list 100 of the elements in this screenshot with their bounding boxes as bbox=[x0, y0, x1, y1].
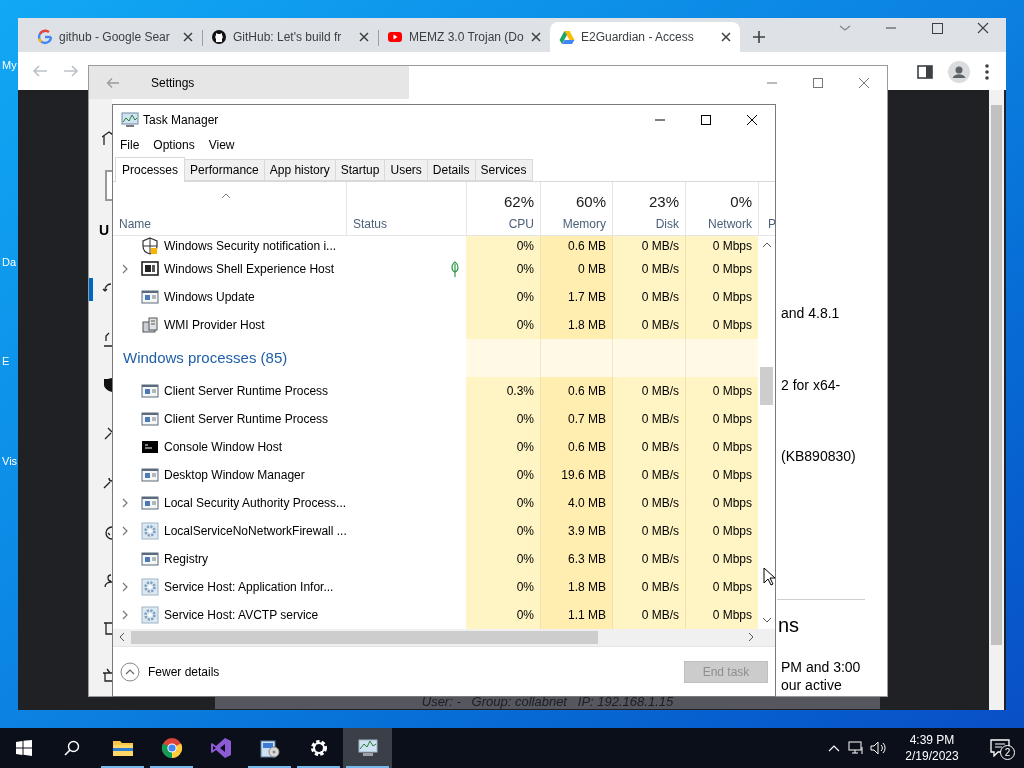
tab[interactable]: Performance bbox=[185, 159, 265, 181]
column-label: Name bbox=[119, 218, 151, 230]
tab[interactable]: Services bbox=[475, 159, 533, 181]
process-name: LocalServiceNoNetworkFirewall ... bbox=[164, 523, 346, 540]
column-header[interactable]: 60% Memory bbox=[540, 182, 612, 235]
scroll-right-icon[interactable] bbox=[748, 632, 754, 642]
taskbar-app-button[interactable] bbox=[343, 728, 392, 768]
table-cell: 0.7 MB bbox=[540, 405, 612, 433]
window-icon bbox=[141, 466, 159, 484]
column-percent: 0% bbox=[730, 194, 752, 209]
window-title: Task Manager bbox=[143, 111, 219, 129]
message-icon[interactable] bbox=[990, 739, 1010, 757]
scroll-up-icon[interactable] bbox=[762, 242, 772, 248]
page-scrollbar[interactable] bbox=[989, 90, 1004, 710]
server-icon bbox=[141, 316, 159, 334]
table-cell: 0 MB/s bbox=[612, 377, 685, 405]
close-icon[interactable] bbox=[531, 32, 541, 42]
close-icon[interactable] bbox=[721, 32, 731, 42]
tab[interactable]: Startup bbox=[335, 159, 386, 181]
caret-up-icon[interactable] bbox=[828, 744, 840, 752]
scroll-left-icon[interactable] bbox=[119, 632, 125, 642]
table-cell: 0% bbox=[466, 236, 540, 255]
network-icon[interactable] bbox=[848, 741, 864, 755]
column-header[interactable]: P bbox=[758, 182, 775, 235]
column-header[interactable]: 23% Disk bbox=[612, 182, 685, 235]
sort-caret-icon bbox=[221, 193, 231, 199]
table-cell: 0 MB/s bbox=[612, 433, 685, 461]
horizontal-scrollbar[interactable] bbox=[113, 629, 775, 646]
table-cell: 0.6 MB bbox=[540, 377, 612, 405]
column-percent: 60% bbox=[575, 194, 606, 209]
scrollbar-thumb[interactable] bbox=[131, 631, 598, 644]
side-panel-icon[interactable] bbox=[916, 63, 934, 81]
table-cell: 0 Mbps bbox=[685, 545, 758, 573]
scrollbar-thumb[interactable] bbox=[760, 367, 773, 405]
table-cell: 0 MB/s bbox=[612, 489, 685, 517]
table-cell: 0% bbox=[466, 283, 540, 311]
table-cell: 0 MB/s bbox=[612, 405, 685, 433]
tab[interactable]: Users bbox=[385, 159, 428, 181]
new-tab-icon[interactable] bbox=[752, 30, 766, 44]
search-icon[interactable] bbox=[64, 740, 80, 756]
monitor-chart-icon bbox=[121, 111, 139, 128]
more-menu-icon[interactable] bbox=[984, 63, 990, 81]
browser-tab[interactable]: GitHub: Let's build fr bbox=[202, 22, 378, 52]
tab[interactable]: Details bbox=[427, 159, 476, 181]
menu-item[interactable]: File bbox=[120, 136, 140, 154]
table-cell: 0 Mbps bbox=[685, 311, 758, 339]
triangle-logo-icon bbox=[559, 29, 575, 45]
collapse-up-icon[interactable] bbox=[120, 661, 140, 682]
round-logo-icon[interactable] bbox=[160, 737, 183, 759]
notification-count: 2 bbox=[1000, 745, 1015, 760]
home-icon[interactable] bbox=[102, 131, 112, 145]
update-item-text: 2 for x64- bbox=[781, 378, 841, 392]
table-cell: 1.7 MB bbox=[540, 283, 612, 311]
tab[interactable]: Processes bbox=[115, 157, 186, 182]
fewer-details-link[interactable]: Fewer details bbox=[148, 662, 220, 681]
column-label: Status bbox=[353, 218, 388, 230]
column-header[interactable]: 62% CPU bbox=[466, 182, 540, 235]
window-icon bbox=[141, 382, 159, 400]
process-name: Client Server Runtime Process bbox=[164, 411, 329, 428]
scrollbar-thumb[interactable] bbox=[991, 105, 1002, 645]
infinity-logo-icon[interactable] bbox=[209, 737, 232, 759]
column-label: Disk bbox=[655, 218, 679, 230]
table-cell: 0% bbox=[466, 461, 540, 489]
process-name: Client Server Runtime Process bbox=[164, 383, 329, 400]
menu-item[interactable]: Options bbox=[153, 136, 195, 154]
close-icon[interactable] bbox=[359, 32, 369, 42]
table-cell: 0% bbox=[466, 517, 540, 545]
browser-tab[interactable]: E2Guardian - Access bbox=[550, 22, 740, 52]
profile-avatar-icon[interactable] bbox=[948, 61, 970, 83]
clock-date: 2/19/2023 bbox=[905, 748, 959, 764]
table-cell: 0 MB/s bbox=[612, 461, 685, 489]
tab[interactable]: App history bbox=[264, 159, 336, 181]
table-cell: 0% bbox=[466, 545, 540, 573]
clock[interactable]: 4:39 PM 2/19/2023 bbox=[894, 732, 970, 764]
process-name: Registry bbox=[164, 551, 208, 568]
shield-icon[interactable] bbox=[102, 377, 112, 393]
menu-item[interactable]: View bbox=[208, 136, 235, 154]
desktop-icon-label: Da bbox=[2, 257, 17, 268]
notification-button[interactable]: 2 bbox=[976, 728, 1024, 768]
close-icon[interactable] bbox=[183, 32, 193, 42]
table-cell: 0 Mbps bbox=[685, 283, 758, 311]
windows-logo-icon[interactable] bbox=[16, 740, 32, 756]
section-heading: U bbox=[99, 223, 110, 237]
process-name: WMI Provider Host bbox=[164, 317, 265, 334]
column-header[interactable]: 0% Network bbox=[685, 182, 758, 235]
tab-title: github - Google Sear bbox=[59, 29, 171, 46]
installer-box-icon[interactable] bbox=[258, 737, 281, 759]
column-header[interactable]: Name bbox=[113, 182, 346, 235]
column-label: Network bbox=[708, 218, 752, 230]
table-cell: 0 Mbps bbox=[685, 405, 758, 433]
search-field[interactable] bbox=[105, 170, 112, 201]
column-header[interactable]: Status bbox=[346, 182, 466, 235]
browser-tab[interactable]: github - Google Sear bbox=[28, 22, 202, 52]
volume-icon[interactable] bbox=[870, 741, 886, 755]
scroll-down-icon[interactable] bbox=[762, 617, 772, 623]
table-cell: 0 Mbps bbox=[685, 377, 758, 405]
browser-tab[interactable]: MEMZ 3.0 Trojan (Do bbox=[378, 22, 550, 52]
monitor-chart-icon[interactable] bbox=[356, 737, 379, 759]
table-cell: 0 Mbps bbox=[685, 255, 758, 283]
group-header: Windows processes (85) bbox=[123, 347, 288, 368]
